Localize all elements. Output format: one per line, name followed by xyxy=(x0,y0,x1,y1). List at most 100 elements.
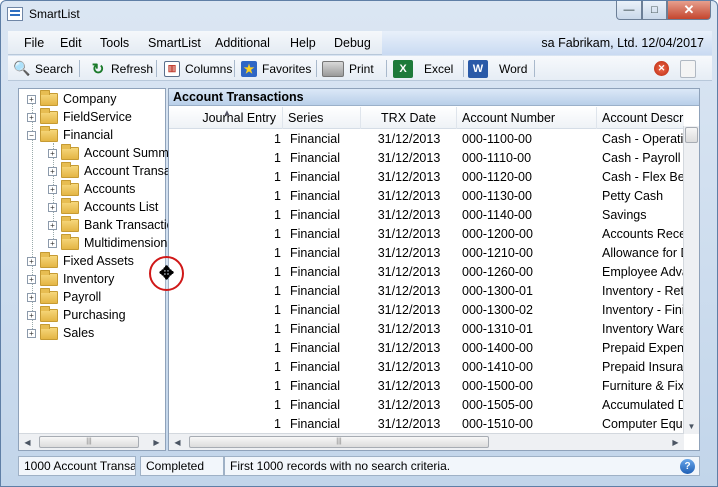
expand-icon[interactable]: + xyxy=(48,166,57,176)
scroll-down-button[interactable]: ▼ xyxy=(684,418,699,434)
menu-tools[interactable]: Tools xyxy=(100,36,129,50)
scroll-right-button[interactable]: ▶ xyxy=(667,434,684,450)
excel-button[interactable]: X Excel xyxy=(393,59,453,78)
menu-debug[interactable]: Debug xyxy=(334,36,371,50)
refresh-button[interactable]: ↻ Refresh xyxy=(90,59,153,78)
scrollbar-thumb[interactable] xyxy=(685,127,698,143)
search-button[interactable]: 🔍 Search xyxy=(13,59,74,78)
expand-icon[interactable]: + xyxy=(27,292,36,302)
column-header-trx-date[interactable]: TRX Date xyxy=(361,107,457,129)
search-label: Search xyxy=(35,61,74,76)
tree-item-fieldservice[interactable]: + FieldService xyxy=(27,107,132,126)
cell-series: Financial xyxy=(290,246,341,260)
expand-icon[interactable]: + xyxy=(48,184,57,194)
tree-horizontal-scrollbar[interactable]: ◀ ||| ▶ xyxy=(19,433,165,450)
grid-vertical-scrollbar[interactable]: ▲ ▼ xyxy=(683,126,699,434)
scrollbar-thumb[interactable]: ||| xyxy=(189,436,489,448)
smartlist-navigation-tree[interactable]: + Company + FieldService − Financial + Accou… xyxy=(18,88,204,451)
column-header-series[interactable]: Series xyxy=(283,107,361,129)
scrollbar-thumb[interactable]: ||| xyxy=(39,436,139,448)
search-icon: 🔍 xyxy=(13,60,31,76)
scroll-left-button[interactable]: ◀ xyxy=(19,434,36,450)
tree-item-financial[interactable]: − Financial xyxy=(27,125,113,144)
expand-icon[interactable]: + xyxy=(27,328,36,338)
toolbar-options-button[interactable] xyxy=(680,59,701,78)
table-row[interactable]: 1 Financial 31/12/2013 000-1510-00 Computer … xyxy=(169,415,684,433)
folder-icon xyxy=(61,179,79,196)
tree-item-accounts-list[interactable]: + Accounts List xyxy=(48,197,158,216)
table-row[interactable]: 1 Financial 31/12/2013 000-1130-00 Petty Cas… xyxy=(169,187,684,206)
print-button[interactable]: Print xyxy=(322,59,374,78)
table-row[interactable]: 1 Financial 31/12/2013 000-1310-01 Inventory… xyxy=(169,320,684,339)
cell-trx-date: 31/12/2013 xyxy=(377,398,441,412)
menu-file[interactable]: File xyxy=(24,36,44,50)
tree-item-account-summary[interactable]: + Account Summary xyxy=(48,143,186,162)
menu-smartlist[interactable]: SmartList xyxy=(148,36,201,50)
tree-item-accounts[interactable]: + Accounts xyxy=(48,179,135,198)
arrow-left-icon: ◀ xyxy=(24,437,31,447)
refresh-label: Refresh xyxy=(111,61,154,76)
menu-edit[interactable]: Edit xyxy=(60,36,82,50)
scroll-right-button[interactable]: ▶ xyxy=(148,434,165,450)
arrow-left-icon: ◀ xyxy=(174,437,181,447)
splitter-resize-cursor-icon[interactable]: ✥ xyxy=(149,256,184,291)
table-row[interactable]: 1 Financial 31/12/2013 000-1300-02 Inventory… xyxy=(169,301,684,320)
stop-button[interactable]: ✕ xyxy=(654,59,674,78)
grid-horizontal-scrollbar[interactable]: ◀ ||| ▶ xyxy=(169,433,684,450)
scroll-left-button[interactable]: ◀ xyxy=(169,434,186,450)
table-row[interactable]: 1 Financial 31/12/2013 000-1500-00 Furniture… xyxy=(169,377,684,396)
menu-help[interactable]: Help xyxy=(290,36,316,50)
table-row[interactable]: 1 Financial 31/12/2013 000-1260-00 Employee … xyxy=(169,263,684,282)
close-button[interactable]: ✕ xyxy=(667,1,711,20)
table-row[interactable]: 1 Financial 31/12/2013 000-1400-00 Prepaid E… xyxy=(169,339,684,358)
tree-item-payroll[interactable]: + Payroll xyxy=(27,287,101,306)
table-row[interactable]: 1 Financial 31/12/2013 000-1210-00 Allowance… xyxy=(169,244,684,263)
table-row[interactable]: 1 Financial 31/12/2013 000-1120-00 Cash - Fl… xyxy=(169,168,684,187)
tree-item-inventory[interactable]: + Inventory xyxy=(27,269,114,288)
tree-item-company[interactable]: + Company xyxy=(27,89,117,108)
tree-item-fixed-assets[interactable]: + Fixed Assets xyxy=(27,251,134,270)
expand-icon[interactable]: + xyxy=(27,256,36,266)
tree-item-purchasing[interactable]: + Purchasing xyxy=(27,305,126,324)
favorites-button[interactable]: ★ Favorites xyxy=(241,59,311,78)
menu-additional[interactable]: Additional xyxy=(215,36,270,50)
cell-account-number: 000-1400-00 xyxy=(462,341,533,355)
column-header-journal-entry[interactable]: ▲ Journal Entry xyxy=(169,107,283,129)
tree-item-sales[interactable]: + Sales xyxy=(27,323,94,342)
table-row[interactable]: 1 Financial 31/12/2013 000-1505-00 Accumulat… xyxy=(169,396,684,415)
expand-icon[interactable]: + xyxy=(48,238,57,248)
expand-icon[interactable]: + xyxy=(48,148,57,158)
collapse-icon[interactable]: − xyxy=(27,130,36,140)
title-bar[interactable]: SmartList — □ ✕ xyxy=(1,1,717,29)
columns-button[interactable]: ▥ Columns xyxy=(164,59,232,78)
maximize-button[interactable]: □ xyxy=(642,1,667,20)
table-row[interactable]: 1 Financial 31/12/2013 000-1100-00 Cash - Op… xyxy=(169,130,684,149)
word-button[interactable]: W Word xyxy=(468,59,527,78)
table-row[interactable]: 1 Financial 31/12/2013 000-1410-00 Prepaid I… xyxy=(169,358,684,377)
table-row[interactable]: 1 Financial 31/12/2013 000-1110-00 Cash - Pa… xyxy=(169,149,684,168)
cell-account-number: 000-1410-00 xyxy=(462,360,533,374)
column-header-account-description[interactable]: Account Description xyxy=(597,107,684,129)
word-label: Word xyxy=(499,61,528,76)
expand-icon[interactable]: + xyxy=(48,220,57,230)
table-row[interactable]: 1 Financial 31/12/2013 000-1200-00 Accounts … xyxy=(169,225,684,244)
help-icon[interactable]: ? xyxy=(680,459,695,474)
expand-icon[interactable]: + xyxy=(48,202,57,212)
cell-account-description: Savings xyxy=(602,208,647,222)
tree-item-multidimensional[interactable]: + Multidimensional xyxy=(48,233,177,252)
columns-label: Columns xyxy=(185,61,233,76)
toolbar: 🔍 Search ↻ Refresh ▥ Columns ★ Favorites… xyxy=(8,56,712,81)
expand-icon[interactable]: + xyxy=(27,310,36,320)
expand-icon[interactable]: + xyxy=(27,274,36,284)
expand-icon[interactable]: + xyxy=(27,94,36,104)
cell-account-number: 000-1140-00 xyxy=(462,208,532,222)
cell-account-description: Employee Advances xyxy=(602,265,684,279)
cell-series: Financial xyxy=(290,379,341,393)
column-header-account-number[interactable]: Account Number xyxy=(457,107,597,129)
table-row[interactable]: 1 Financial 31/12/2013 000-1140-00 Savings xyxy=(169,206,684,225)
folder-icon xyxy=(61,233,79,250)
minimize-button[interactable]: — xyxy=(616,1,642,20)
table-row[interactable]: 1 Financial 31/12/2013 000-1300-01 Inventory… xyxy=(169,282,684,301)
expand-icon[interactable]: + xyxy=(27,112,36,122)
tree-item-bank-transactions[interactable]: + Bank Transactions xyxy=(48,215,187,234)
